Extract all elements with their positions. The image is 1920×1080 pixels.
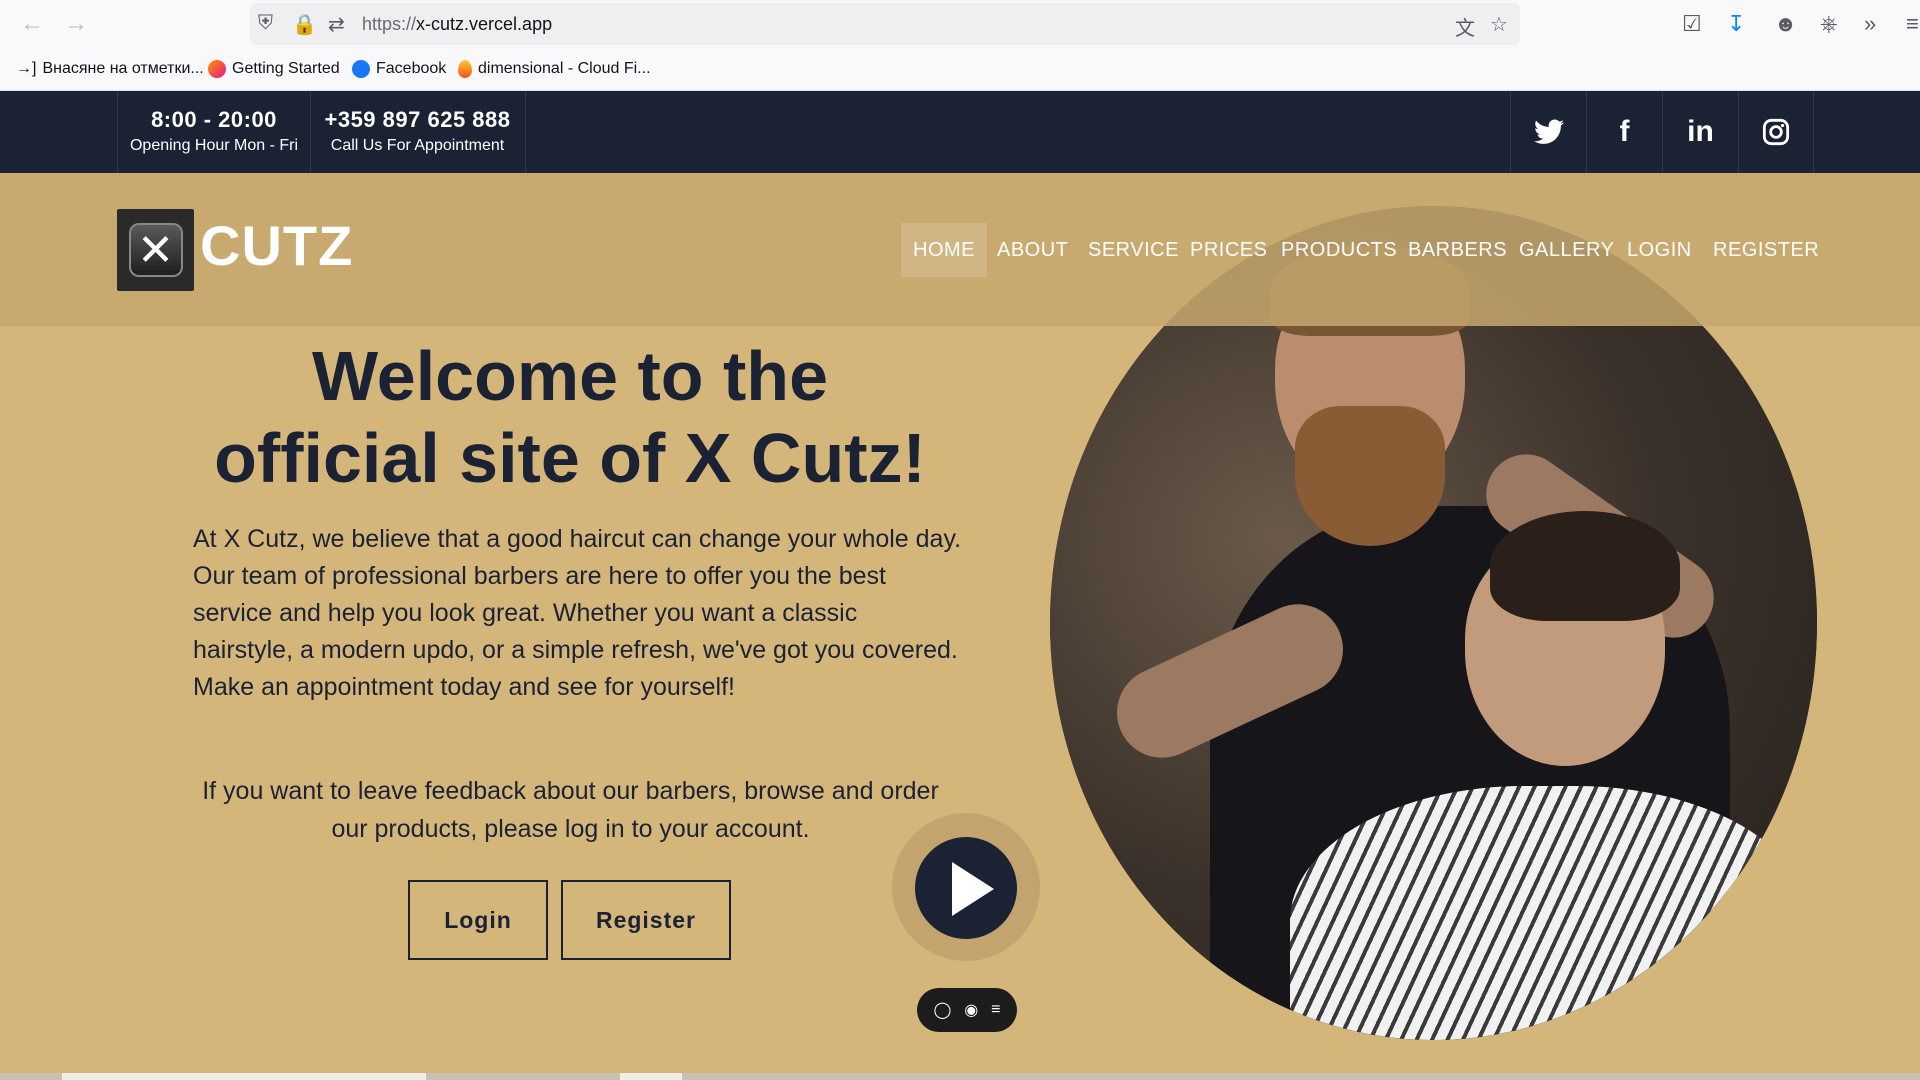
nav-barbers[interactable]: BARBERS <box>1396 223 1519 277</box>
bookmark-import[interactable]: →] Внасяне на отметки... <box>16 60 204 78</box>
nav-home[interactable]: HOME <box>901 223 987 277</box>
toggle-icon[interactable]: ◉ <box>964 1000 978 1020</box>
account-icon[interactable]: ☻ <box>1774 11 1797 37</box>
list-icon[interactable]: ≡ <box>991 1001 1000 1019</box>
permissions-icon[interactable]: ⇄ <box>328 12 345 37</box>
phone-value[interactable]: +359 897 625 888 <box>310 107 525 133</box>
top-info-bar: 8:00 - 20:00 Opening Hour Mon - Fri +359… <box>0 91 1920 173</box>
download-icon[interactable]: ↧ <box>1727 11 1745 37</box>
twitter-icon[interactable] <box>1510 91 1586 173</box>
play-icon <box>952 862 994 916</box>
logo-text[interactable]: CUTZ <box>200 213 353 278</box>
nav-about[interactable]: ABOUT <box>985 223 1080 277</box>
nav-gallery[interactable]: GALLERY <box>1507 223 1626 277</box>
address-bar[interactable]: ⛨ 🔒 ⇄ https://x-cutz.vercel.app 文 ☆ <box>250 3 1520 45</box>
translate-icon[interactable]: 文 <box>1455 12 1475 41</box>
overflow-icon[interactable]: » <box>1864 11 1876 37</box>
bookmark-label: Внасяне на отметки... <box>42 60 204 77</box>
register-button[interactable]: Register <box>561 880 731 960</box>
bookmark-label: Facebook <box>376 60 447 77</box>
hours-label: Opening Hour Mon - Fri <box>129 137 299 154</box>
arrow-left-icon[interactable]: ← <box>20 10 44 38</box>
star-icon[interactable]: ☆ <box>1490 12 1508 37</box>
opening-hours: 8:00 - 20:00 Opening Hour Mon - Fri <box>117 91 311 173</box>
instagram-icon[interactable] <box>1738 91 1814 173</box>
bookmark-getting-started[interactable]: Getting Started <box>208 60 340 78</box>
url-host: x-cutz.vercel.app <box>416 14 553 34</box>
hero-title-line1: Welcome to the <box>311 337 828 415</box>
nav-products[interactable]: PRODUCTS <box>1269 223 1409 277</box>
nav-prices[interactable]: PRICES <box>1178 223 1279 277</box>
bookmark-facebook[interactable]: Facebook <box>352 60 446 78</box>
floating-toolbar: ◯ ◉ ≡ <box>917 988 1017 1032</box>
hero-title: Welcome to the official site of X Cutz! <box>160 335 980 499</box>
hours-value: 8:00 - 20:00 <box>151 107 277 132</box>
nav-register[interactable]: REGISTER <box>1701 223 1831 277</box>
bookmarks-bar: →] Внасяне на отметки... Getting Started… <box>0 48 1920 91</box>
linkedin-icon[interactable]: in <box>1662 91 1738 173</box>
barber-hero-image <box>1050 206 1817 1040</box>
nav-service[interactable]: SERVICE <box>1076 223 1191 277</box>
page-bottom-strip <box>0 1073 1920 1080</box>
url-text[interactable]: https://x-cutz.vercel.app <box>362 14 552 35</box>
nav-login[interactable]: LOGIN <box>1615 223 1704 277</box>
pocket-icon[interactable]: ☑ <box>1682 11 1702 37</box>
hero-login-note: If you want to leave feedback about our … <box>202 777 939 843</box>
bookmark-label: Getting Started <box>232 60 340 77</box>
login-button[interactable]: Login <box>408 880 548 960</box>
arrow-right-icon[interactable]: → <box>64 10 88 38</box>
logo[interactable]: ✕ <box>117 209 194 291</box>
bookmark-label: dimensional - Cloud Fi... <box>478 60 651 77</box>
menu-icon[interactable]: ≡ <box>1906 11 1919 37</box>
firefox-icon <box>208 60 226 78</box>
facebook-icon[interactable]: f <box>1586 91 1662 173</box>
lock-icon[interactable]: 🔒 <box>292 12 317 37</box>
logo-x-icon: ✕ <box>128 223 183 277</box>
flame-icon <box>458 60 472 78</box>
browser-toolbar: ← → ⛨ 🔒 ⇄ https://x-cutz.vercel.app 文 ☆ … <box>0 0 1920 48</box>
url-scheme: https:// <box>362 14 417 34</box>
site-header: ✕ CUTZ HOME ABOUT SERVICE PRICES PRODUCT… <box>0 173 1920 326</box>
extensions-icon[interactable]: ⎈ <box>1820 11 1838 37</box>
hero-title-line2: official site of X Cutz! <box>214 419 926 497</box>
hero-description: At X Cutz, we believe that a good haircu… <box>193 525 962 701</box>
comment-icon[interactable]: ◯ <box>933 1000 951 1020</box>
bookmark-dimensional[interactable]: dimensional - Cloud Fi... <box>458 60 651 78</box>
phone-contact: +359 897 625 888 Call Us For Appointment <box>310 91 526 173</box>
facebook-icon <box>352 60 370 78</box>
import-icon: →] <box>16 60 37 77</box>
shield-icon[interactable]: ⛨ <box>258 12 273 35</box>
phone-label: Call Us For Appointment <box>330 137 505 154</box>
